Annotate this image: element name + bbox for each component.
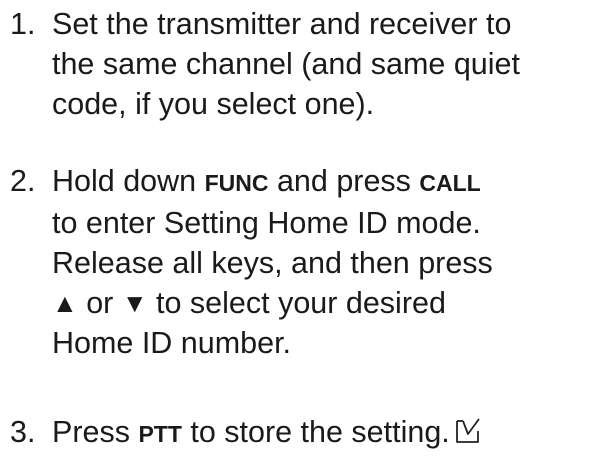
text-fragment: to select your desired [147,286,446,320]
check-mark-box-icon [455,418,480,443]
step-line: Press PTT to store the setting. [52,412,608,454]
step-line: ▲ or ▼ to select your desired [52,283,608,323]
up-arrow-icon: ▲ [52,288,78,318]
text-fragment: to store the setting. [181,415,450,449]
step-line: Set the transmitter and receiver to [52,7,512,41]
down-arrow-icon: ▼ [121,288,148,318]
text-fragment: Hold down [52,164,205,198]
key-ptt: PTT [138,421,182,447]
text-fragment: and press [268,164,420,198]
step-line: the same channel (and same quiet [52,47,520,81]
step-text: Set the transmitter and receiver to the … [52,4,608,124]
step-text: Hold down FUNC and press CALL to enter S… [52,161,608,363]
step-line: Release all keys, and then press [52,246,493,280]
key-func: FUNC [204,170,269,196]
text-fragment: Press [52,415,139,449]
step-line: code, if you select one). [52,87,375,121]
step-line: Home ID number. [52,326,292,360]
text-fragment: or [77,286,122,320]
step-text: Press PTT to store the setting. [52,412,608,454]
step-number: 3. [10,415,36,449]
key-call: CALL [419,170,481,196]
step-number: 1. [10,7,36,41]
step-line: to enter Setting Home ID mode. [52,206,481,240]
step-number: 2. [10,164,36,198]
step-line: Hold down FUNC and press CALL [52,161,608,203]
